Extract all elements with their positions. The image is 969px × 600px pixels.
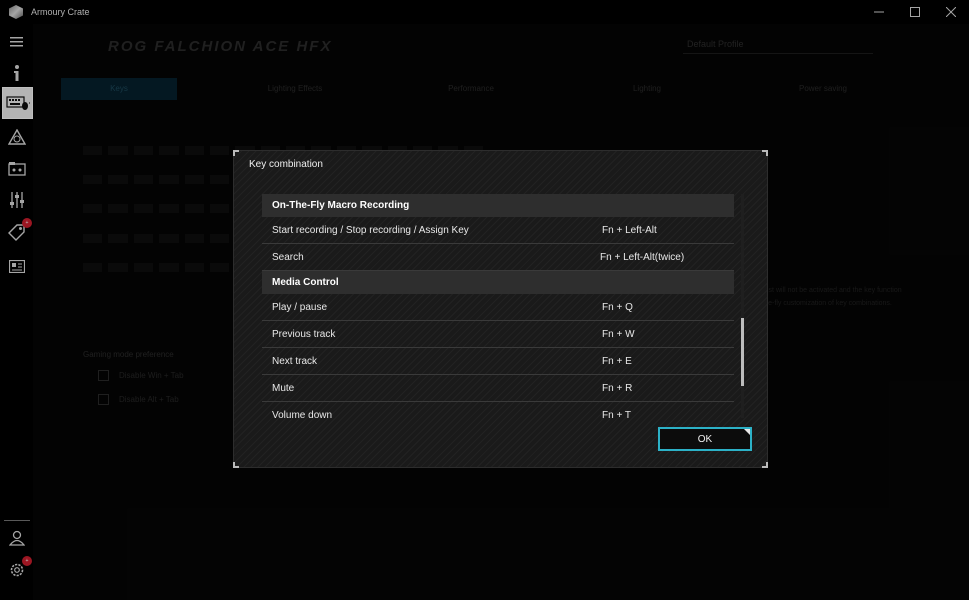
key-shortcut: Fn + Left-Alt xyxy=(602,225,657,236)
key-shortcut: Fn + Left-Alt(twice) xyxy=(600,252,685,263)
key-combination-list[interactable]: On-The-Fly Macro Recording Start recordi… xyxy=(262,194,734,418)
action-name: Volume down xyxy=(272,410,333,418)
action-name: Play / pause xyxy=(272,302,328,313)
list-item: Next track Fn + E xyxy=(262,348,734,375)
scrollbar-thumb[interactable] xyxy=(741,318,744,386)
action-name: Previous track xyxy=(272,329,336,340)
list-item: Start recording / Stop recording / Assig… xyxy=(262,217,734,244)
ok-button[interactable]: OK xyxy=(658,427,752,451)
list-item: Mute Fn + R xyxy=(262,375,734,402)
action-name: Start recording / Stop recording / Assig… xyxy=(272,225,469,236)
key-shortcut: Fn + W xyxy=(602,329,635,340)
action-name: Search xyxy=(272,252,304,263)
corner-accent-icon xyxy=(744,429,750,435)
key-shortcut: Fn + T xyxy=(602,410,631,418)
category-header: Media Control xyxy=(262,271,734,294)
key-shortcut: Fn + R xyxy=(602,383,633,394)
dialog-title: Key combination xyxy=(249,159,323,170)
list-item: Search Fn + Left-Alt(twice) xyxy=(262,244,734,271)
action-name: Mute xyxy=(272,383,295,394)
list-item: Play / pause Fn + Q xyxy=(262,294,734,321)
key-combination-dialog: Key combination On-The-Fly Macro Recordi… xyxy=(233,150,768,468)
list-item: Volume down Fn + T xyxy=(262,402,734,418)
key-shortcut: Fn + Q xyxy=(602,302,633,313)
list-item: Previous track Fn + W xyxy=(262,321,734,348)
key-shortcut: Fn + E xyxy=(602,356,632,367)
ok-button-label: OK xyxy=(697,433,713,445)
action-name: Next track xyxy=(272,356,318,367)
category-header: On-The-Fly Macro Recording xyxy=(262,194,734,217)
